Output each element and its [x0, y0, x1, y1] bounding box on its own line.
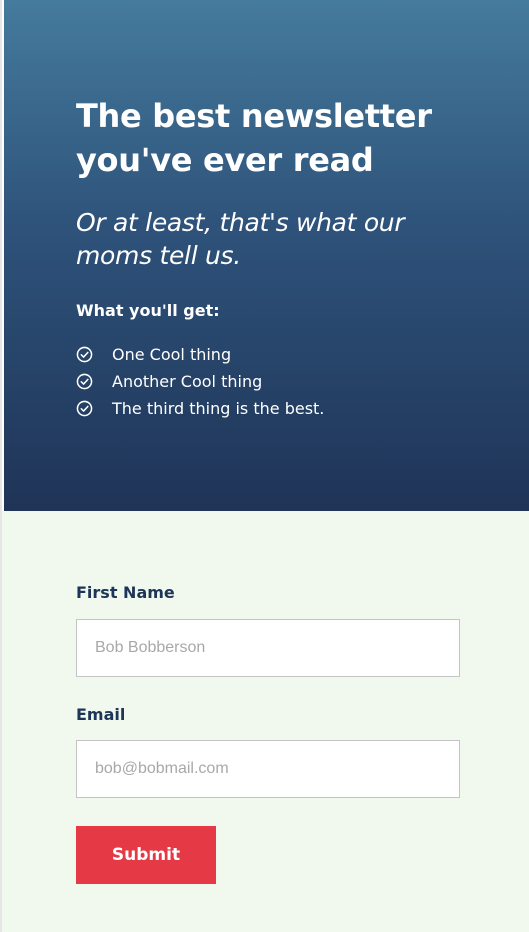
email-label: Email [76, 705, 126, 724]
hero-title-line-1: The best newsletter [76, 97, 432, 135]
email-input[interactable] [76, 740, 460, 798]
hero-title-line-2: you've ever read [76, 141, 374, 179]
benefits-heading: What you'll get: [76, 301, 220, 320]
hero-subtitle-line-1: Or at least, that's what our [76, 208, 405, 237]
check-circle-icon [76, 400, 93, 417]
benefits-list: One Cool thing Another Cool thing The th… [76, 341, 324, 422]
benefit-item: The third thing is the best. [76, 395, 324, 422]
benefit-item: Another Cool thing [76, 368, 324, 395]
newsletter-page: The best newsletter you've ever read Or … [0, 0, 529, 932]
hero-title: The best newsletter you've ever read [76, 94, 496, 182]
submit-button[interactable]: Submit [76, 826, 216, 884]
benefit-text: Another Cool thing [112, 372, 263, 391]
first-name-label: First Name [76, 583, 175, 602]
first-name-input[interactable] [76, 619, 460, 677]
benefit-text: One Cool thing [112, 345, 232, 364]
check-circle-icon [76, 373, 93, 390]
benefit-item: One Cool thing [76, 341, 324, 368]
check-circle-icon [76, 346, 93, 363]
hero-subtitle-line-2: moms tell us. [76, 241, 241, 270]
hero-subtitle: Or at least, that's what our moms tell u… [76, 206, 496, 272]
hero-section: The best newsletter you've ever read Or … [4, 0, 529, 511]
benefit-text: The third thing is the best. [112, 399, 325, 418]
signup-form: First Name Email Submit [2, 511, 529, 932]
